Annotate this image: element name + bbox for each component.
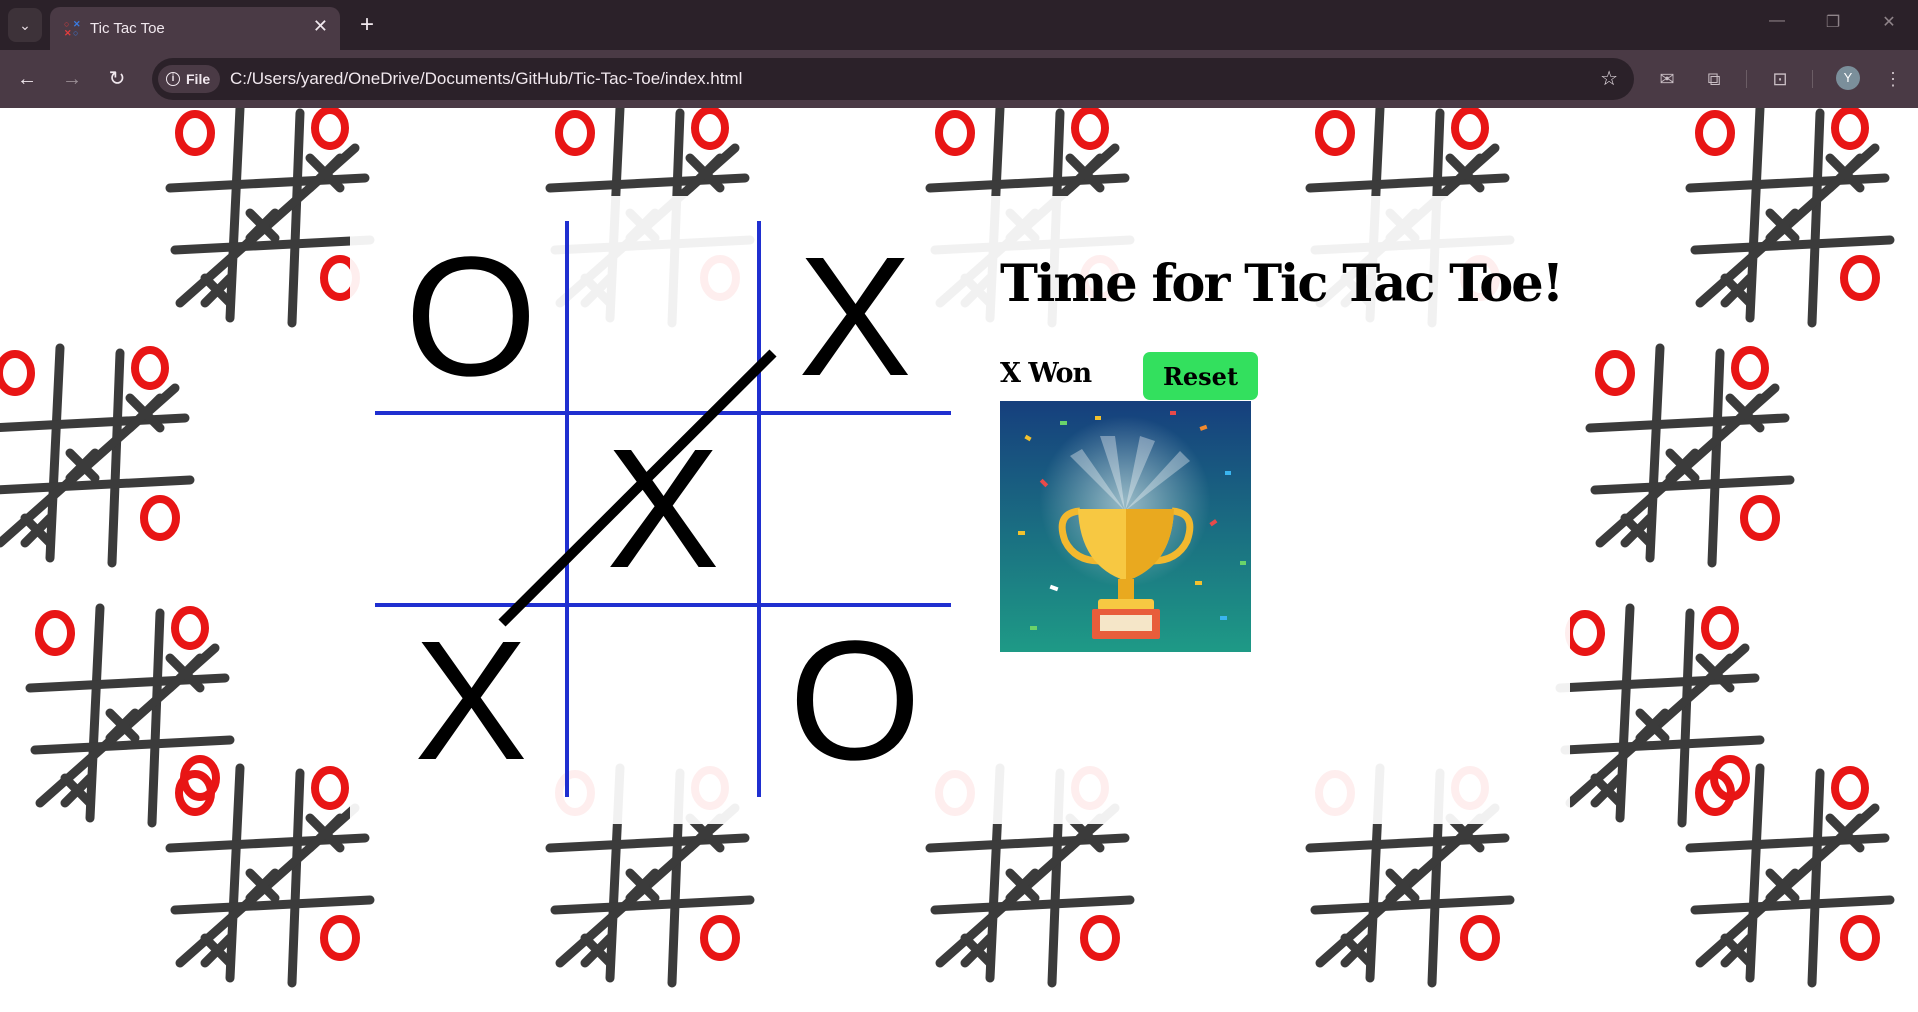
reset-button[interactable]: Reset — [1143, 352, 1258, 400]
info-icon: i — [166, 72, 180, 86]
address-bar[interactable]: i File C:/Users/yared/OneDrive/Documents… — [152, 58, 1634, 100]
new-tab-button[interactable]: + — [352, 10, 382, 40]
tab-search-button[interactable]: ⌄ — [8, 8, 42, 42]
reload-icon[interactable]: ↻ — [102, 64, 132, 94]
back-icon[interactable]: ← — [12, 64, 42, 94]
page-title: Time for Tic Tac Toe! — [1000, 254, 1564, 314]
game-status: X Won — [1000, 358, 1092, 389]
bookmark-star-icon[interactable]: ☆ — [1600, 66, 1618, 91]
winning-line — [498, 349, 777, 627]
site-info-chip[interactable]: i File — [158, 65, 221, 93]
minimize-icon[interactable]: — — [1762, 12, 1792, 36]
toolbar-divider — [1746, 70, 1747, 88]
menu-icon[interactable]: ⋮ — [1878, 64, 1908, 94]
browser-tab-bar: ⌄ ○ ✕ ✕ ○ Tic Tac Toe ✕ + — ❐ ✕ — [0, 0, 1918, 50]
tab-tic-tac-toe[interactable]: ○ ✕ ✕ ○ Tic Tac Toe ✕ — [50, 7, 340, 50]
chevron-down-icon: ⌄ — [19, 16, 31, 33]
favicon-icon: ○ ✕ ✕ ○ — [64, 19, 81, 38]
trophy-icon — [1000, 401, 1251, 652]
browser-toolbar: ← → ↻ i File C:/Users/yared/OneDrive/Doc… — [0, 50, 1918, 108]
game-container: O X X X O Time for Tic Tac Toe! X Won Re… — [350, 196, 1570, 824]
tab-title: Tic Tac Toe — [90, 20, 165, 37]
close-window-icon[interactable]: ✕ — [1874, 12, 1904, 36]
restore-icon[interactable]: ❐ — [1818, 12, 1848, 36]
game-board: O X X X O — [375, 221, 951, 797]
toolbar-divider — [1812, 70, 1813, 88]
tab-close-icon[interactable]: ✕ — [313, 16, 328, 37]
page-viewport: O X X X O Time for Tic Tac Toe! X Won Re… — [0, 108, 1918, 1012]
site-info-label: File — [186, 71, 211, 87]
mail-icon[interactable]: ✉ — [1652, 64, 1682, 94]
url-text[interactable]: C:/Users/yared/OneDrive/Documents/GitHub… — [230, 69, 742, 89]
extensions-icon[interactable]: ⧉ — [1699, 64, 1729, 94]
profile-avatar[interactable]: Y — [1836, 66, 1860, 90]
screenshot-icon[interactable]: ⊡ — [1765, 64, 1795, 94]
forward-icon[interactable]: → — [57, 64, 87, 94]
